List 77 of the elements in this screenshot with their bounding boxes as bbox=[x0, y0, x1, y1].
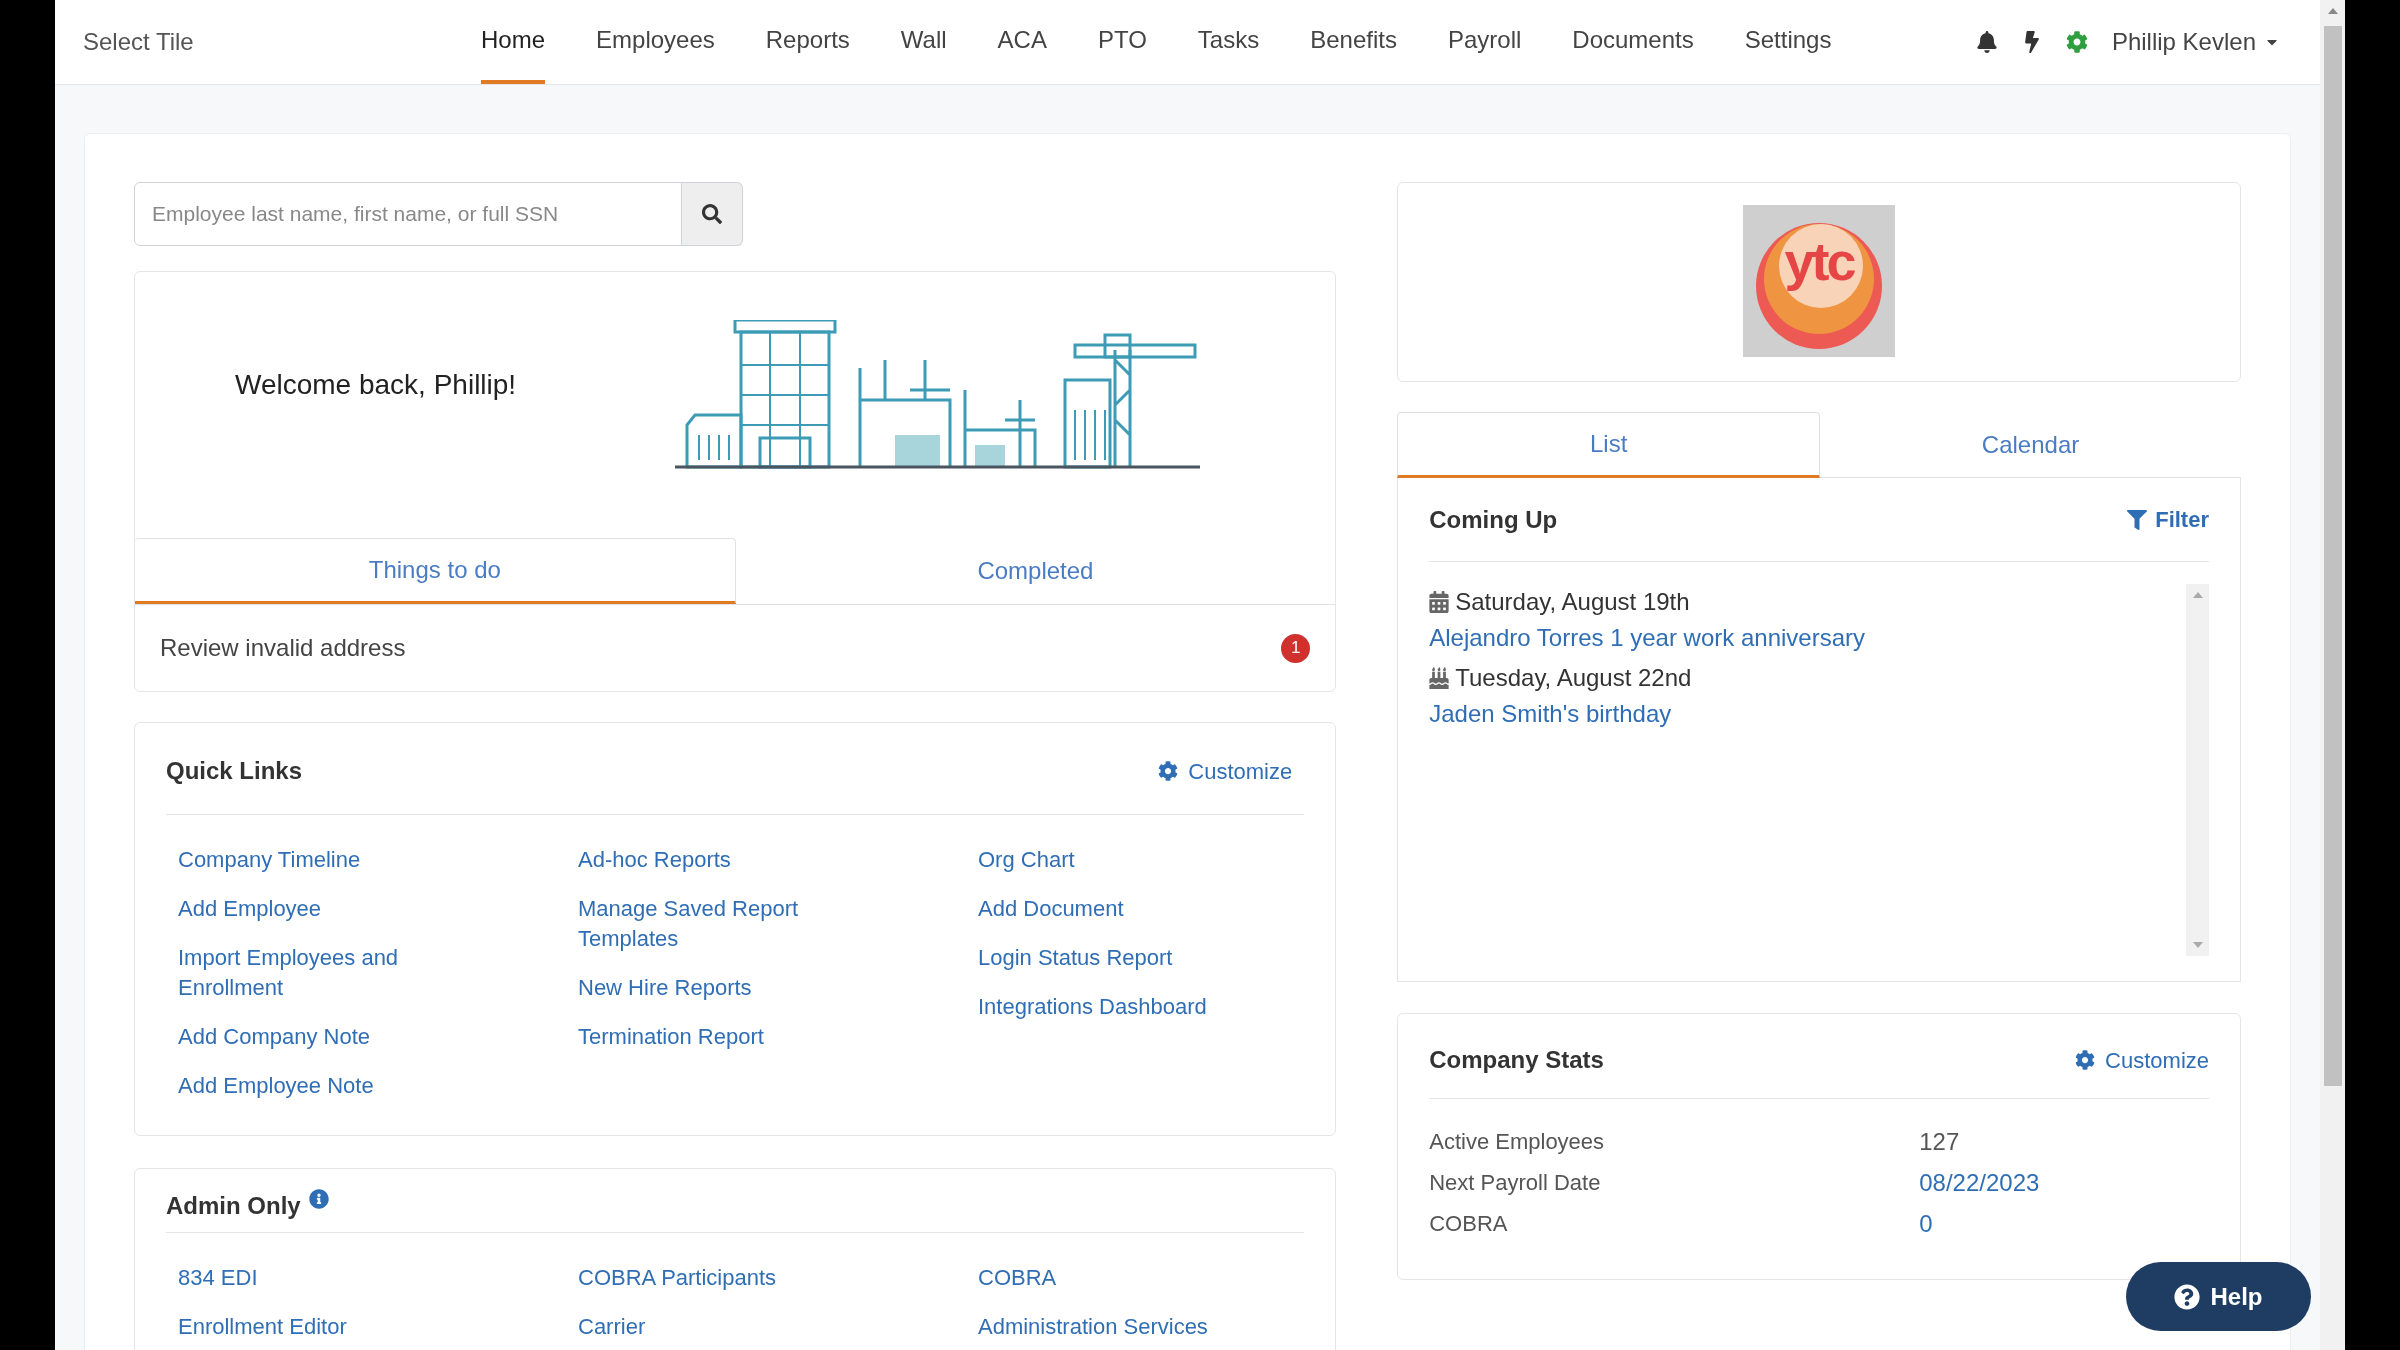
view-tab[interactable]: List bbox=[1397, 412, 1821, 478]
page-title: Select Tile bbox=[83, 27, 195, 57]
nav-tab[interactable]: Payroll bbox=[1447, 0, 1522, 84]
task-tab[interactable]: Completed bbox=[735, 538, 1336, 604]
nav-tab[interactable]: Documents bbox=[1572, 0, 1694, 84]
help-icon bbox=[2174, 1283, 2201, 1310]
quick-link[interactable]: Login Status Report bbox=[978, 943, 1173, 973]
stat-label: COBRA bbox=[1429, 1210, 1509, 1238]
quick-link[interactable]: Administration Services bbox=[978, 1312, 1208, 1342]
card-title: Admin Only bbox=[166, 1190, 301, 1221]
nav-tab[interactable]: Employees bbox=[596, 0, 715, 84]
calendar-icon bbox=[1429, 591, 1450, 613]
nav-tab[interactable]: Benefits bbox=[1310, 0, 1397, 84]
task-row[interactable]: Review invalid address 1 bbox=[135, 605, 1336, 691]
stat-label: Next Payroll Date bbox=[1429, 1169, 1602, 1197]
logo-text: ytc bbox=[1784, 229, 1854, 293]
event-date: Tuesday, August 22nd bbox=[1455, 663, 1692, 693]
card-title: Coming Up bbox=[1429, 504, 1558, 535]
help-button[interactable]: Help bbox=[2126, 1262, 2311, 1331]
quick-link[interactable]: Add Employee bbox=[178, 894, 322, 924]
nav-tab[interactable]: Settings bbox=[1744, 0, 1832, 84]
view-tab[interactable]: Calendar bbox=[1820, 412, 2241, 478]
quick-link[interactable]: Enrollment Editor bbox=[178, 1312, 347, 1342]
quick-link[interactable]: 834 EDI bbox=[178, 1263, 258, 1293]
quick-link[interactable]: Carrier bbox=[578, 1312, 646, 1342]
stat-value-link[interactable]: 0 bbox=[1919, 1205, 1933, 1242]
filter-button[interactable]: Filter bbox=[2127, 503, 2209, 536]
nav-tab[interactable]: ACA bbox=[997, 0, 1047, 84]
nav-tab[interactable]: PTO bbox=[1097, 0, 1147, 84]
event-link[interactable]: Alejandro Torres 1 year work anniversary bbox=[1429, 620, 1865, 656]
card-title: Company Stats bbox=[1429, 1045, 1604, 1075]
quick-link[interactable]: Import Employees and Enrollment bbox=[178, 943, 428, 1003]
scrollbar-thumb[interactable] bbox=[2323, 26, 2342, 1086]
customize-button[interactable]: Customize bbox=[1158, 754, 1293, 788]
event-link[interactable]: Jaden Smith's birthday bbox=[1429, 696, 1672, 732]
customize-button[interactable]: Customize bbox=[2075, 1043, 2209, 1077]
task-tab[interactable]: Things to do bbox=[135, 538, 736, 604]
page-scrollbar[interactable] bbox=[2320, 0, 2345, 1350]
cake-icon bbox=[1429, 667, 1450, 689]
count-badge: 1 bbox=[1281, 633, 1311, 663]
nav-tab[interactable]: Home bbox=[481, 0, 546, 84]
settings-icon bbox=[2075, 1050, 2096, 1070]
nav-tab[interactable]: Reports bbox=[765, 0, 850, 84]
quick-link[interactable]: Add Document bbox=[978, 894, 1124, 924]
scrollbar-track[interactable] bbox=[2186, 584, 2209, 956]
search-button[interactable] bbox=[682, 182, 743, 246]
card-title: Quick Links bbox=[166, 756, 303, 786]
quick-link[interactable]: COBRA Participants bbox=[578, 1263, 777, 1293]
settings-icon bbox=[1158, 761, 1179, 781]
scroll-up-icon[interactable] bbox=[2327, 8, 2338, 14]
quick-link[interactable]: Ad-hoc Reports bbox=[578, 845, 731, 875]
quick-link[interactable]: COBRA bbox=[978, 1263, 1057, 1293]
quick-link[interactable]: Termination Report bbox=[578, 1022, 764, 1052]
filter-icon bbox=[2127, 509, 2148, 530]
quick-link[interactable]: New Hire Reports bbox=[578, 973, 752, 1003]
scroll-down-icon[interactable] bbox=[2192, 942, 2203, 948]
nav-tab[interactable]: Wall bbox=[900, 0, 947, 84]
notification-bell-icon[interactable] bbox=[1975, 31, 1998, 53]
task-label: Review invalid address bbox=[160, 633, 406, 663]
settings-icon[interactable] bbox=[2065, 31, 2088, 53]
stat-value: 127 bbox=[1919, 1126, 1960, 1157]
search-icon bbox=[702, 204, 722, 224]
user-menu[interactable]: Phillip Kevlen bbox=[2111, 24, 2280, 60]
quick-link[interactable]: Integrations Dashboard bbox=[978, 992, 1207, 1022]
quick-link[interactable]: Org Chart bbox=[978, 845, 1075, 875]
quick-link[interactable]: Add Company Note bbox=[178, 1022, 370, 1052]
employee-search-field[interactable]: Employee last name, first name, or full SSN bbox=[134, 182, 682, 246]
quick-link[interactable]: Company Timeline bbox=[178, 845, 361, 875]
nav-tab[interactable]: Tasks bbox=[1197, 0, 1260, 84]
scroll-up-icon[interactable] bbox=[2192, 592, 2203, 598]
stat-value-link[interactable]: 08/22/2023 bbox=[1919, 1164, 2040, 1201]
stat-label: Active Employees bbox=[1429, 1128, 1606, 1156]
info-icon[interactable] bbox=[308, 1188, 329, 1209]
quick-link[interactable]: Add Employee Note bbox=[178, 1071, 374, 1101]
quick-link[interactable]: Manage Saved Report Templates bbox=[578, 894, 828, 954]
welcome-heading: Welcome back, Phillip! bbox=[235, 368, 518, 402]
event-date: Saturday, August 19th bbox=[1455, 587, 1690, 617]
